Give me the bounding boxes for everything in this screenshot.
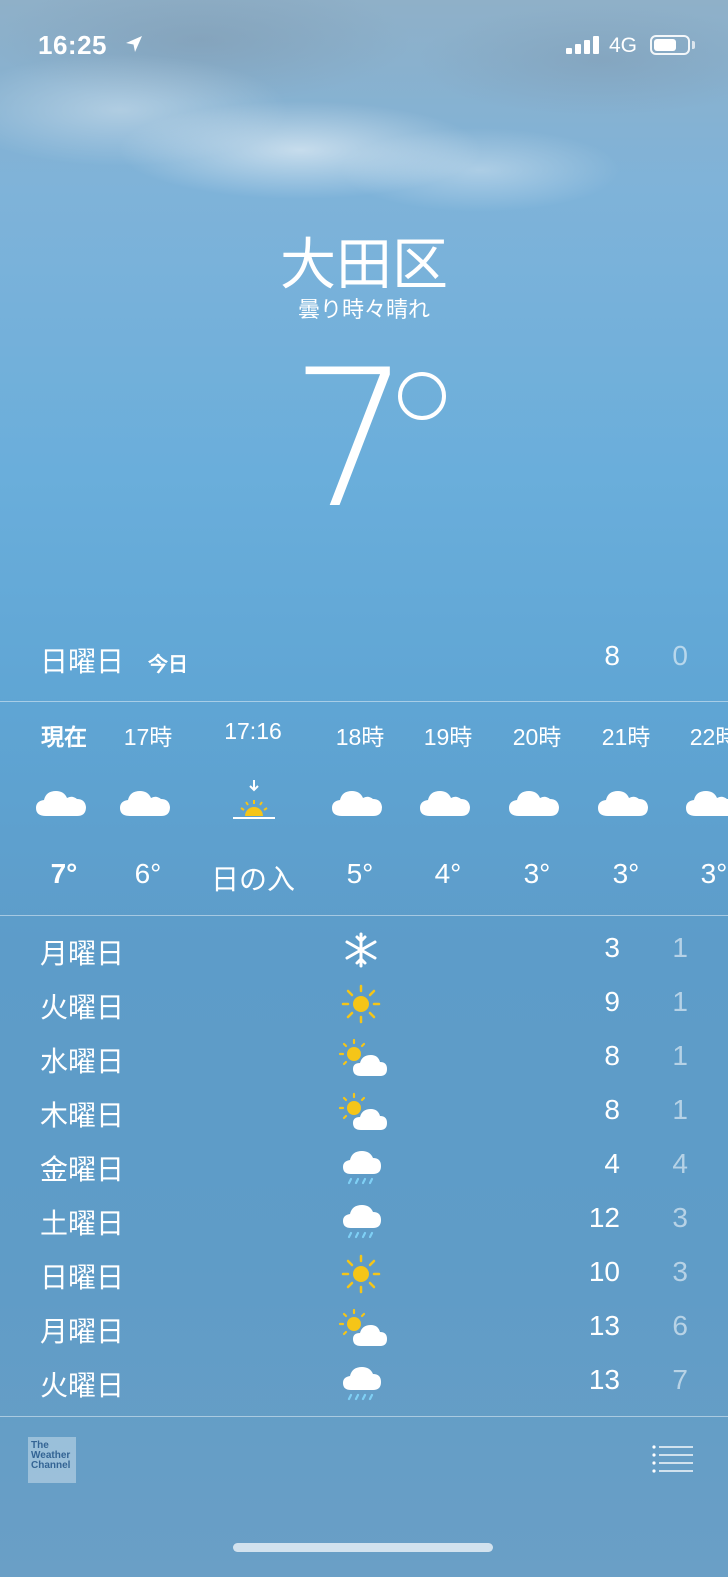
day-low: 6 — [672, 1310, 688, 1341]
day-high: 8 — [604, 1040, 620, 1071]
day-name: 月曜日 — [40, 1316, 125, 1347]
cloud-icon — [310, 782, 410, 822]
day-low: 4 — [672, 1148, 688, 1179]
day-name: 火曜日 — [40, 992, 125, 1023]
hour-label: 18時 — [335, 724, 385, 750]
day-name: 水曜日 — [40, 1046, 125, 1077]
daily-row: 日曜日 10 3 — [0, 1248, 728, 1302]
partly-cloudy-icon — [338, 1038, 387, 1076]
list-icon[interactable] — [652, 1444, 694, 1474]
degree-symbol — [398, 372, 446, 420]
hour-label: 17:16 — [224, 718, 282, 744]
daily-row: 火曜日 9 1 — [0, 978, 728, 1032]
divider — [0, 1416, 728, 1417]
network-label: 4G — [609, 34, 638, 57]
day-low: 1 — [672, 1094, 688, 1125]
today-day: 日曜日 — [40, 646, 125, 677]
daily-row: 金曜日 4 4 — [0, 1140, 728, 1194]
day-low: 7 — [672, 1364, 688, 1395]
day-high: 8 — [604, 1094, 620, 1125]
today-row: 日曜日 今日 8 0 — [0, 640, 728, 684]
daily-row: 火曜日 13 7 — [0, 1356, 728, 1410]
hour-label: 22時 — [689, 724, 728, 750]
daily-row: 木曜日 8 1 — [0, 1086, 728, 1140]
day-name: 月曜日 — [40, 938, 125, 969]
hour-temperature: 4° — [434, 858, 462, 889]
hourly-item: 21時 3° — [576, 702, 676, 914]
day-high: 13 — [588, 1310, 620, 1341]
rain-icon — [343, 1205, 381, 1239]
weather-channel-logo[interactable]: The Weather Channel — [28, 1437, 76, 1483]
hourly-item: 17:16 日の入 — [203, 702, 303, 914]
day-low: 1 — [672, 932, 688, 963]
day-name: 火曜日 — [40, 1370, 125, 1401]
cloud-icon — [664, 782, 728, 822]
signal-icon — [566, 36, 599, 54]
snowflake-icon — [345, 932, 377, 968]
partly-cloudy-icon — [338, 1308, 387, 1346]
cloud-icon — [487, 782, 587, 822]
hour-temperature: 3° — [612, 858, 640, 889]
day-high: 9 — [604, 986, 620, 1017]
cloud-icon — [576, 782, 676, 822]
status-bar: 16:25 4G — [0, 0, 728, 90]
day-high: 13 — [588, 1364, 620, 1395]
hourly-forecast[interactable]: 現在 7° 17時 6° 17:16 日の入 18時 5° 19時 4° 20時… — [0, 702, 728, 914]
status-time: 16:25 — [38, 30, 107, 60]
today-low: 0 — [672, 640, 688, 671]
day-high: 3 — [604, 932, 620, 963]
hour-label: 21時 — [601, 724, 651, 750]
daily-row: 月曜日 13 6 — [0, 1302, 728, 1356]
hourly-item: 22時 3° — [664, 702, 728, 914]
day-name: 日曜日 — [40, 1262, 125, 1293]
day-high: 12 — [588, 1202, 620, 1233]
sunset-icon — [203, 778, 303, 828]
hour-label: 19時 — [423, 724, 473, 750]
day-low: 3 — [672, 1202, 688, 1233]
hour-temperature: 5° — [346, 858, 374, 889]
location-arrow-icon — [126, 36, 142, 52]
current-temperature: 7 — [290, 329, 411, 550]
daily-row: 月曜日 3 1 — [0, 924, 728, 978]
battery-icon — [650, 35, 690, 55]
hour-label: 20時 — [512, 724, 562, 750]
hour-temperature: 3° — [523, 858, 551, 889]
rain-icon — [343, 1367, 381, 1401]
day-name: 金曜日 — [40, 1154, 125, 1185]
sun-icon — [341, 984, 381, 1024]
hourly-item: 20時 3° — [487, 702, 587, 914]
hour-temperature: 日の入 — [210, 864, 295, 895]
cloud-icon — [398, 782, 498, 822]
cloud-icon — [98, 782, 198, 822]
rain-icon — [343, 1151, 381, 1185]
day-low: 1 — [672, 1040, 688, 1071]
day-low: 1 — [672, 986, 688, 1017]
city-name: 大田区 — [280, 233, 448, 296]
today-high: 8 — [604, 640, 620, 671]
partly-cloudy-icon — [338, 1092, 387, 1130]
hourly-item: 18時 5° — [310, 702, 410, 914]
daily-row: 水曜日 8 1 — [0, 1032, 728, 1086]
day-high: 10 — [588, 1256, 620, 1287]
current-condition: 曇り時々晴れ — [297, 297, 430, 322]
logo-text: The Weather Channel — [31, 1440, 71, 1471]
today-label: 今日 — [148, 654, 188, 676]
day-name: 木曜日 — [40, 1100, 125, 1131]
divider — [0, 915, 728, 916]
day-low: 3 — [672, 1256, 688, 1287]
battery-tip — [692, 41, 695, 49]
daily-row: 土曜日 12 3 — [0, 1194, 728, 1248]
home-indicator[interactable] — [233, 1543, 493, 1552]
hour-temperature: 3° — [700, 858, 728, 889]
hourly-item: 19時 4° — [398, 702, 498, 914]
sun-icon — [341, 1254, 381, 1294]
day-high: 4 — [604, 1148, 620, 1179]
hourly-item: 17時 6° — [98, 702, 198, 914]
day-name: 土曜日 — [40, 1208, 125, 1239]
hour-label: 17時 — [123, 724, 173, 750]
hour-temperature: 6° — [134, 858, 162, 889]
